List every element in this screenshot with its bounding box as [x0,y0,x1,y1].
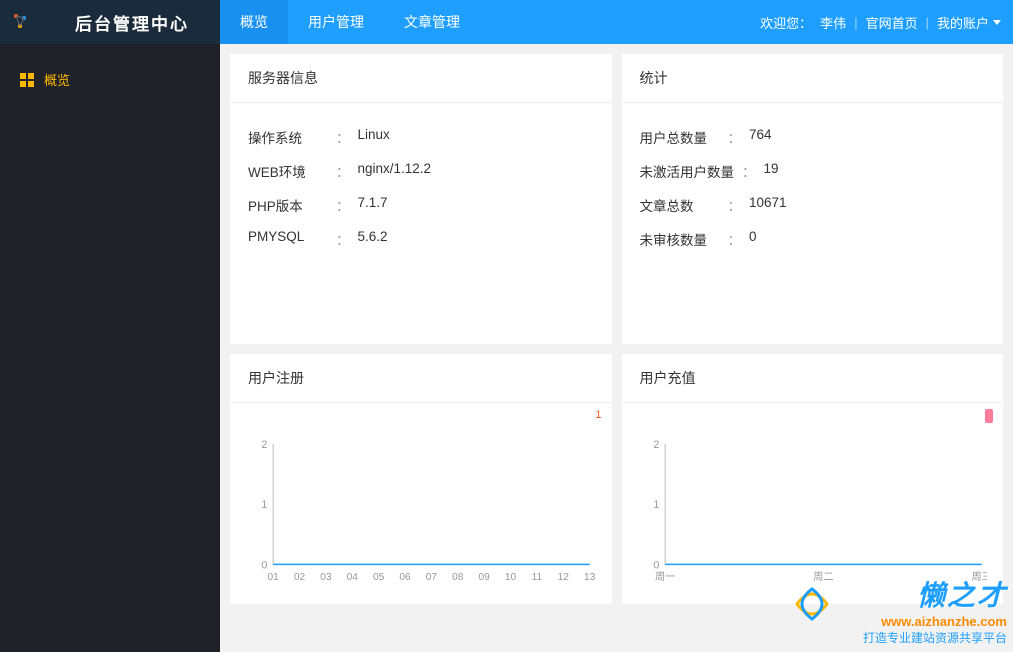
info-line: WEB环境 ： nginx/1.12.2 [248,161,594,181]
user-recharge-chart-card: 用户充值 0 1 2 周一 周二 周三 [622,354,1004,604]
colon: ： [336,229,350,249]
svg-text:04: 04 [347,572,359,583]
colon: ： [336,195,350,215]
card-title: 用户充值 [622,354,1004,403]
info-label: 文章总数 [640,195,720,215]
account-label: 我的账户 [937,13,989,32]
colon: ： [728,195,742,215]
info-line: 文章总数 ： 10671 [640,195,986,215]
line-chart: 01201020304050607080910111213 [246,431,596,591]
main-content: 服务器信息 操作系统 ： Linux WEB环境 ： nginx/1.12.2 PHP版本 ：… [220,44,1013,652]
logo-icon [0,0,44,44]
chart-badge [985,409,993,423]
info-value: 764 [749,127,772,147]
svg-text:2: 2 [261,439,267,451]
svg-text:周二: 周二 [813,571,833,583]
svg-text:0: 0 [653,559,659,571]
svg-text:周三: 周三 [971,571,987,583]
svg-text:0: 0 [261,559,267,571]
svg-text:06: 06 [399,572,411,583]
info-value: 5.6.2 [358,229,388,249]
info-label: 用户总数量 [640,127,720,147]
top-nav: 概览 用户管理 文章管理 [220,0,480,44]
colon: ： [728,229,742,249]
info-label: PMYSQL [248,229,328,249]
separator: | [854,15,857,30]
user-reg-chart-card: 用户注册 1 01201020304050607080910111213 [230,354,612,604]
brand-title: 后台管理中心 [44,0,220,44]
sidebar: 概览 [0,44,220,652]
info-line: PHP版本 ： 7.1.7 [248,195,594,215]
svg-text:1: 1 [261,499,267,511]
chart-badge: 1 [595,409,601,421]
account-dropdown[interactable]: 我的账户 [937,13,1001,32]
line-chart: 0 1 2 周一 周二 周三 [638,431,988,591]
svg-text:11: 11 [532,572,543,583]
svg-text:08: 08 [452,572,464,583]
welcome-prefix: 欢迎您： [760,13,812,32]
home-link[interactable]: 官网首页 [866,13,918,32]
colon: ： [336,161,350,181]
svg-text:02: 02 [294,572,306,583]
svg-text:10: 10 [505,572,517,583]
server-info-card: 服务器信息 操作系统 ： Linux WEB环境 ： nginx/1.12.2 PHP版本 ：… [230,54,612,344]
grid-icon [20,73,34,87]
info-label: 操作系统 [248,127,328,147]
svg-text:周一: 周一 [654,571,674,583]
chevron-down-icon [993,20,1001,25]
info-label: 未审核数量 [640,229,720,249]
colon: ： [742,161,756,181]
svg-text:07: 07 [426,572,438,583]
separator: | [926,15,929,30]
svg-text:01: 01 [268,572,280,583]
svg-text:1: 1 [653,499,659,511]
info-line: 未审核数量 ： 0 [640,229,986,249]
card-title: 服务器信息 [230,54,612,103]
svg-text:09: 09 [479,572,491,583]
info-label: WEB环境 [248,161,328,181]
nav-overview[interactable]: 概览 [220,0,288,44]
username-link[interactable]: 李伟 [820,13,846,32]
svg-text:2: 2 [653,439,659,451]
info-line: 操作系统 ： Linux [248,127,594,147]
info-label: 未激活用户数量 [640,161,735,181]
card-title: 统计 [622,54,1004,103]
svg-text:13: 13 [584,572,595,583]
svg-text:05: 05 [373,572,385,583]
info-value: 0 [749,229,757,249]
info-value: Linux [358,127,390,147]
svg-text:12: 12 [558,572,570,583]
info-line: 用户总数量 ： 764 [640,127,986,147]
info-label: PHP版本 [248,195,328,215]
colon: ： [336,127,350,147]
info-value: 19 [764,161,779,181]
header-right: 欢迎您： 李伟 | 官网首页 | 我的账户 [760,13,1013,32]
info-value: nginx/1.12.2 [358,161,432,181]
info-line: 未激活用户数量 ： 19 [640,161,986,181]
nav-articles[interactable]: 文章管理 [384,0,480,44]
sidebar-item-label: 概览 [44,70,70,89]
card-title: 用户注册 [230,354,612,403]
colon: ： [728,127,742,147]
sidebar-item-overview[interactable]: 概览 [0,60,220,99]
top-header: 后台管理中心 概览 用户管理 文章管理 欢迎您： 李伟 | 官网首页 | 我的账… [0,0,1013,44]
nav-users[interactable]: 用户管理 [288,0,384,44]
info-line: PMYSQL ： 5.6.2 [248,229,594,249]
info-value: 7.1.7 [358,195,388,215]
stats-card: 统计 用户总数量 ： 764 未激活用户数量 ： 19 文章总数 ： 10671 未审核数量 ： 0 [622,54,1004,344]
svg-text:03: 03 [320,572,332,583]
info-value: 10671 [749,195,787,215]
